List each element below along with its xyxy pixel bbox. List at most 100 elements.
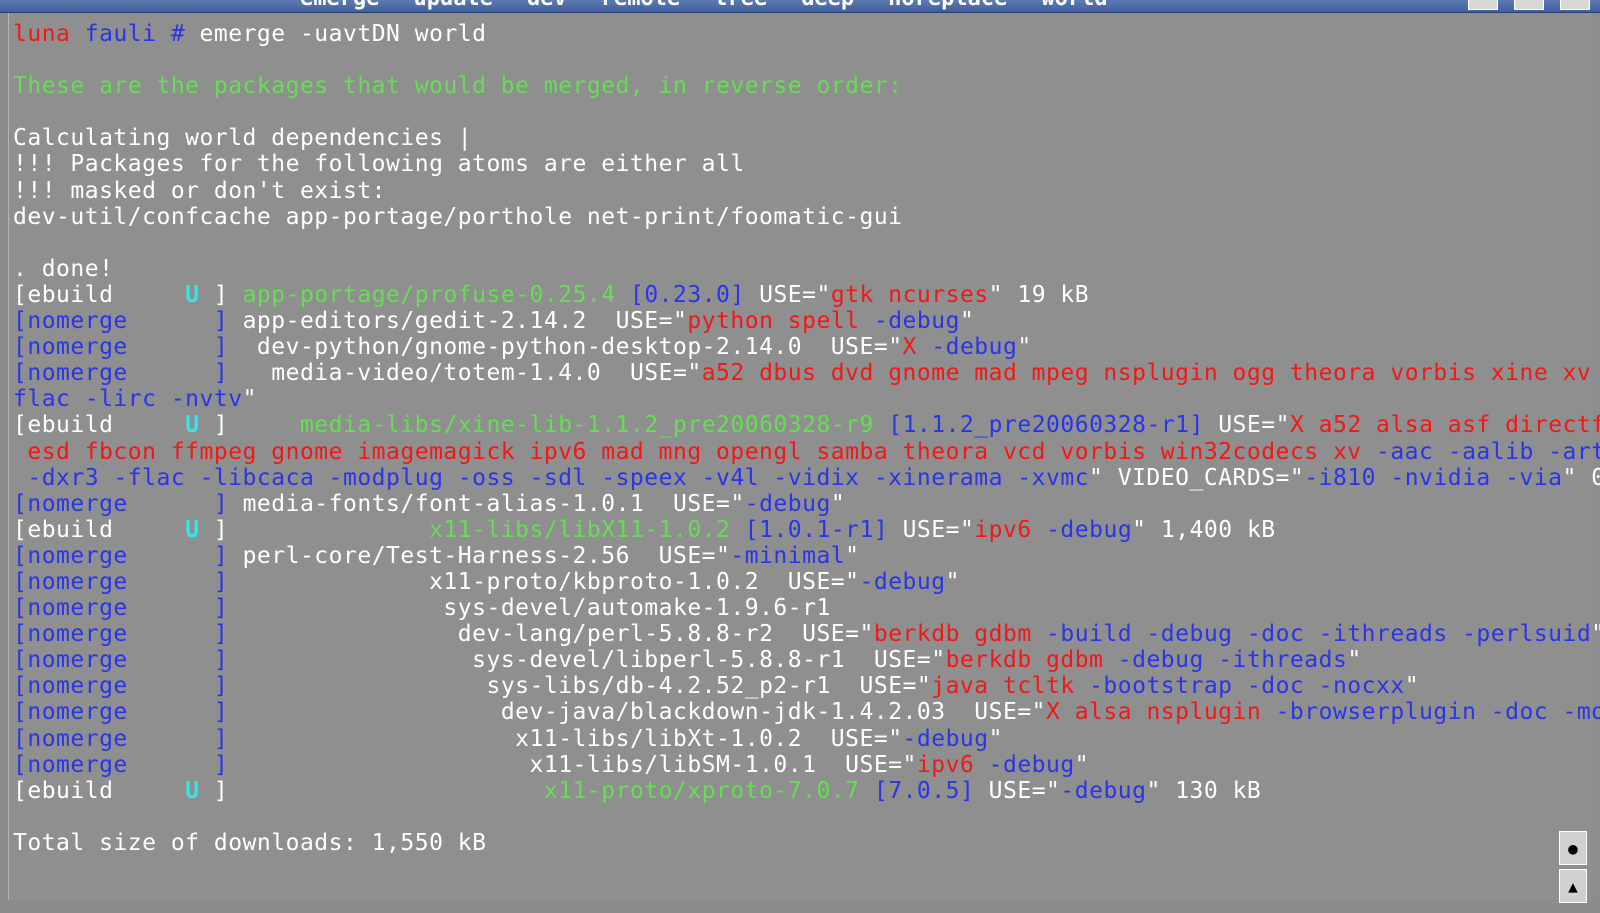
terminal-text: [nomerge ]	[13, 595, 229, 622]
title-tab[interactable]: deep	[801, 0, 854, 12]
terminal-text: [ebuild	[13, 777, 186, 804]
terminal-text: fauli #	[84, 21, 200, 47]
terminal-text: [nomerge ]	[13, 647, 229, 674]
terminal-line: [ebuild U ] media-libs/xine-lib-1.1.2_pr…	[13, 412, 1600, 438]
terminal-text: !!! masked or don't exist:	[13, 177, 387, 204]
terminal-text: [7.0.5]	[873, 777, 975, 804]
terminal-line: esd fbcon ffmpeg gnome imagemagick ipv6 …	[13, 439, 1600, 465]
terminal-line: Total size of downloads: 1,550 kB	[13, 830, 1600, 856]
terminal-text: [nomerge ]	[13, 725, 229, 752]
terminal-text: sys-devel/automake-1.9.6-r1	[228, 595, 831, 622]
terminal-text: -debug	[744, 490, 831, 517]
terminal-text: -debug	[902, 725, 989, 752]
terminal-text: media-fonts/font-alias-1.0.1 USE="	[228, 490, 745, 517]
terminal-line: [nomerge ] x11-libs/libSM-1.0.1 USE="ipv…	[13, 752, 1600, 778]
terminal-text: "	[242, 386, 257, 413]
terminal-line: !!! Packages for the following atoms are…	[13, 151, 1600, 177]
title-tab[interactable]: emerge	[300, 0, 379, 12]
terminal-text: media-video/totem-1.4.0 USE="	[228, 360, 702, 387]
terminal-text: [nomerge ]	[13, 673, 229, 700]
terminal-text: X a52 alsa asf directfb dts	[1289, 412, 1600, 439]
title-tab[interactable]: remote	[601, 0, 680, 12]
terminal-line: dev-util/confcache app-portage/porthole …	[13, 204, 1600, 230]
terminal-line: [nomerge ] sys-devel/libperl-5.8.8-r1 US…	[13, 647, 1600, 673]
scroll-up-arrow-icon[interactable]: ▲	[1559, 869, 1587, 903]
terminal-line: . done!	[13, 256, 1600, 282]
scrollbar[interactable]: ● ▲	[1559, 831, 1589, 913]
terminal-text: USE="	[1203, 412, 1290, 439]
terminal-text: [1.0.1-r1]	[744, 516, 889, 543]
terminal-text: flac -lirc -nvtv	[13, 386, 243, 413]
terminal-text: luna	[13, 21, 85, 47]
terminal-text: -i810 -nvidia -via	[1304, 464, 1563, 491]
terminal-text: "	[988, 725, 1003, 752]
terminal-text: x11-proto/kbproto-1.0.2 USE="	[228, 568, 860, 595]
terminal-text: [nomerge ]	[13, 699, 229, 726]
terminal-text: media-libs/xine-lib-1.1.2_pre20060328-r9	[299, 412, 874, 439]
terminal-text: [nomerge ]	[13, 568, 229, 595]
terminal-text: [nomerge ]	[13, 360, 229, 387]
terminal-text: -build -debug -doc -ithreads -perlsuid	[1046, 621, 1592, 648]
terminal-text: " 130 kB	[1146, 777, 1262, 804]
terminal-text: -debug	[931, 334, 1018, 361]
terminal-text: [ebuild	[13, 516, 186, 543]
maximize-button[interactable]	[1514, 0, 1544, 10]
close-button[interactable]	[1560, 0, 1590, 10]
terminal-text: . done!	[13, 255, 114, 282]
terminal-line: [nomerge ] sys-devel/automake-1.9.6-r1	[13, 595, 1600, 621]
title-tab[interactable]: tree	[714, 0, 767, 12]
terminal-text: "	[1591, 621, 1600, 647]
terminal-text: "	[945, 568, 960, 595]
title-tabs: emerge update dev remote tree deep norep…	[300, 0, 1108, 12]
terminal-text: app-portage/profuse-0.25.4	[242, 281, 616, 308]
terminal-line: [nomerge ] dev-lang/perl-5.8.8-r2 USE="b…	[13, 621, 1600, 647]
terminal-text: ipv6	[916, 751, 989, 778]
terminal-text: -dxr3 -flac -libcaca -modplug -oss -sdl …	[13, 464, 1090, 491]
minimize-button[interactable]	[1468, 0, 1498, 10]
terminal-text: U	[185, 412, 200, 439]
terminal-line: -dxr3 -flac -libcaca -modplug -oss -sdl …	[13, 465, 1600, 491]
scroll-thumb-icon[interactable]: ●	[1559, 831, 1587, 865]
terminal-text: -bootstrap -doc -nocxx	[1089, 673, 1405, 700]
terminal-line: luna fauli # emerge -uavtDN world	[13, 21, 1600, 47]
terminal-line: [nomerge ] dev-java/blackdown-jdk-1.4.2.…	[13, 699, 1600, 725]
title-tab[interactable]: noreplace	[888, 0, 1007, 12]
terminal-text: berkdb gdbm	[945, 647, 1118, 674]
title-tab[interactable]: dev	[527, 0, 567, 12]
terminal-text: dev-java/blackdown-jdk-1.4.2.03 USE="	[228, 699, 1047, 726]
terminal-text: emerge -uavtDN world	[199, 21, 487, 47]
terminal-text: python spell	[687, 308, 874, 335]
terminal-window[interactable]: luna fauli # emerge -uavtDN world These a…	[8, 13, 1600, 903]
terminal-text: dev-python/gnome-python-desktop-2.14.0 U…	[228, 334, 903, 361]
terminal-text: U	[185, 777, 200, 804]
window-titlebar: emerge update dev remote tree deep norep…	[0, 0, 1600, 13]
terminal-line: [nomerge ] x11-libs/libXt-1.0.2 USE="-de…	[13, 726, 1600, 752]
terminal-line: [nomerge ] x11-proto/kbproto-1.0.2 USE="…	[13, 569, 1600, 595]
terminal-text: [ebuild	[13, 281, 186, 308]
terminal-line: flac -lirc -nvtv"	[13, 386, 1600, 412]
terminal-text: -debug -ithreads	[1117, 647, 1348, 674]
terminal-text: USE="	[974, 777, 1061, 804]
title-tab[interactable]: world	[1041, 0, 1107, 12]
terminal-text: -debug	[988, 751, 1075, 778]
terminal-text: USE="	[888, 516, 975, 543]
terminal-text: [nomerge ]	[13, 334, 229, 361]
terminal-text: -debug	[1046, 516, 1133, 543]
terminal-text: USE="	[744, 281, 831, 308]
terminal-text: ]	[199, 516, 430, 543]
terminal-text: Total size of downloads: 1,550 kB	[13, 829, 487, 856]
terminal-text: "	[1074, 751, 1090, 778]
terminal-text: [nomerge ]	[13, 542, 229, 569]
terminal-text: dev-lang/perl-5.8.8-r2 USE="	[228, 621, 874, 648]
terminal-line: [nomerge ] media-video/totem-1.4.0 USE="…	[13, 360, 1600, 386]
terminal-line: [ebuild U ] x11-libs/libX11-1.0.2 [1.0.1…	[13, 517, 1600, 543]
terminal-line: These are the packages that would be mer…	[13, 73, 1600, 99]
terminal-text: app-editors/gedit-2.14.2 USE="	[228, 308, 688, 335]
terminal-text: perl-core/Test-Harness-2.56 USE="	[228, 542, 731, 569]
terminal-text: " 0 kB	[1562, 464, 1600, 491]
title-tab[interactable]: update	[413, 0, 492, 12]
terminal-text: "	[845, 542, 860, 569]
